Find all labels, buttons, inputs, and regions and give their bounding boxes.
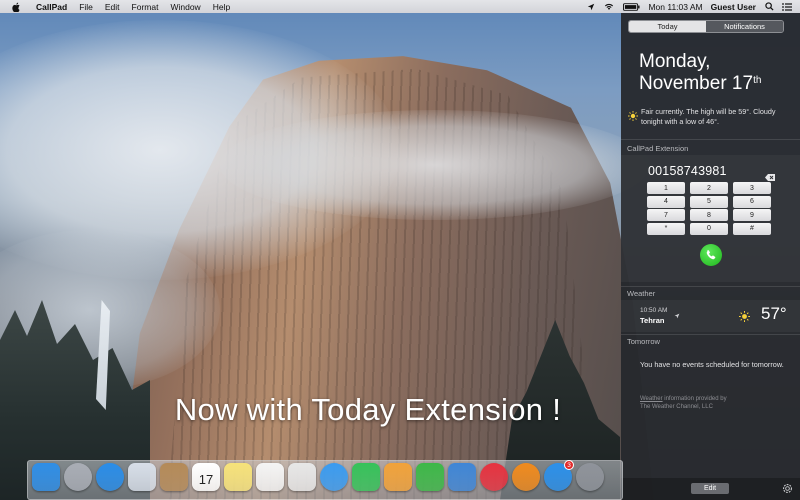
keypad-key-8[interactable]: 8: [690, 209, 728, 221]
app-store-icon[interactable]: 3: [544, 460, 574, 491]
menu-file[interactable]: File: [79, 2, 93, 12]
weather-city: Tehran: [640, 316, 665, 325]
keypad-key-1[interactable]: 1: [647, 182, 685, 194]
weather-temperature: 57°: [761, 304, 787, 323]
keynote-icon[interactable]: [448, 463, 476, 491]
sunny-weather-icon: [739, 309, 750, 327]
update-count-badge: 3: [564, 460, 574, 470]
today-date: November 17th: [639, 73, 761, 95]
keypad-key-hash[interactable]: #: [733, 222, 771, 235]
weather-widget-title: Weather: [627, 289, 656, 298]
callpad-widget-title: CallPad Extension: [627, 144, 689, 153]
menu-bar: CallPad File Edit Format Window Help Mon…: [0, 0, 800, 13]
itunes-icon[interactable]: [480, 463, 508, 491]
numbers-icon[interactable]: [416, 463, 444, 491]
finder-icon[interactable]: [32, 463, 60, 491]
location-icon[interactable]: [586, 2, 596, 12]
tomorrow-message: You have no events scheduled for tomorro…: [640, 360, 784, 369]
dock-icons: 17 3: [32, 460, 604, 493]
reminders-icon[interactable]: [256, 463, 284, 491]
keypad-key-4[interactable]: 4: [647, 195, 685, 208]
call-button[interactable]: [700, 244, 722, 266]
tomorrow-title: Tomorrow: [627, 337, 660, 346]
launchpad-icon[interactable]: [64, 463, 92, 491]
today-weekday: Monday,: [639, 51, 711, 72]
tab-today[interactable]: Today: [629, 21, 706, 32]
safari-icon[interactable]: [96, 463, 124, 491]
apple-menu-icon[interactable]: [11, 1, 22, 12]
photos-icon[interactable]: [288, 463, 316, 491]
phone-icon: [706, 250, 716, 260]
weather-credit: Weather information provided by The Weat…: [640, 395, 727, 411]
weather-local-time: 10:50 AM: [640, 307, 668, 314]
system-preferences-icon[interactable]: [576, 463, 604, 491]
edit-button[interactable]: Edit: [691, 483, 729, 494]
tab-notifications[interactable]: Notifications: [706, 21, 783, 32]
menu-app-name[interactable]: CallPad: [36, 2, 67, 12]
keypad-key-7[interactable]: 7: [647, 209, 685, 221]
today-notifications-toggle: Today Notifications: [628, 20, 784, 33]
dial-keypad: 1 2 3 4 5 6 7 8 9 * 0 #: [647, 182, 775, 235]
calendar-icon[interactable]: 17: [192, 463, 220, 491]
divider: [621, 286, 800, 287]
pages-icon[interactable]: [384, 463, 412, 491]
today-date-text: November 17: [639, 73, 754, 94]
notification-center-icon[interactable]: [782, 2, 792, 12]
status-area: Mon 11:03 AM Guest User: [586, 2, 800, 12]
notes-icon[interactable]: [224, 463, 252, 491]
messages-icon[interactable]: [320, 463, 348, 491]
keypad-key-3[interactable]: 3: [733, 182, 771, 194]
wifi-icon[interactable]: [604, 2, 614, 12]
keypad-key-9[interactable]: 9: [733, 209, 771, 221]
location-arrow-icon: [674, 306, 680, 324]
ibooks-icon[interactable]: [512, 463, 540, 491]
phone-number-display[interactable]: 00158743981: [648, 164, 727, 178]
weather-credit-link[interactable]: Weather: [640, 396, 663, 402]
mail-icon[interactable]: [128, 463, 156, 491]
facetime-icon[interactable]: [352, 463, 380, 491]
contacts-icon[interactable]: [160, 463, 188, 491]
divider: [621, 139, 800, 140]
keypad-key-2[interactable]: 2: [690, 182, 728, 194]
menu-help[interactable]: Help: [213, 2, 230, 12]
weather-credit-text: information provided by: [662, 396, 727, 402]
keypad-key-5[interactable]: 5: [690, 195, 728, 208]
today-forecast: Fair currently. The high will be 59°. Cl…: [641, 107, 776, 126]
spotlight-search-icon[interactable]: [764, 2, 774, 12]
notification-center-panel: Today Notifications Monday, November 17t…: [621, 13, 800, 500]
menubar-clock[interactable]: Mon 11:03 AM: [648, 2, 702, 12]
keypad-key-0[interactable]: 0: [690, 222, 728, 235]
keypad-key-star[interactable]: *: [647, 222, 685, 235]
user-name-menu[interactable]: Guest User: [711, 2, 756, 12]
cloud: [220, 110, 650, 220]
menu-format[interactable]: Format: [132, 2, 159, 12]
weather-credit-provider: The Weather Channel, LLC: [640, 404, 713, 410]
today-date-suffix: th: [753, 75, 762, 86]
gear-icon[interactable]: [782, 481, 793, 499]
calendar-day-label: 17: [198, 472, 214, 487]
divider: [621, 334, 800, 335]
battery-icon[interactable]: [622, 2, 640, 12]
menu-edit[interactable]: Edit: [105, 2, 120, 12]
sun-icon: [628, 108, 638, 126]
menu-window[interactable]: Window: [170, 2, 200, 12]
keypad-key-6[interactable]: 6: [733, 195, 771, 208]
